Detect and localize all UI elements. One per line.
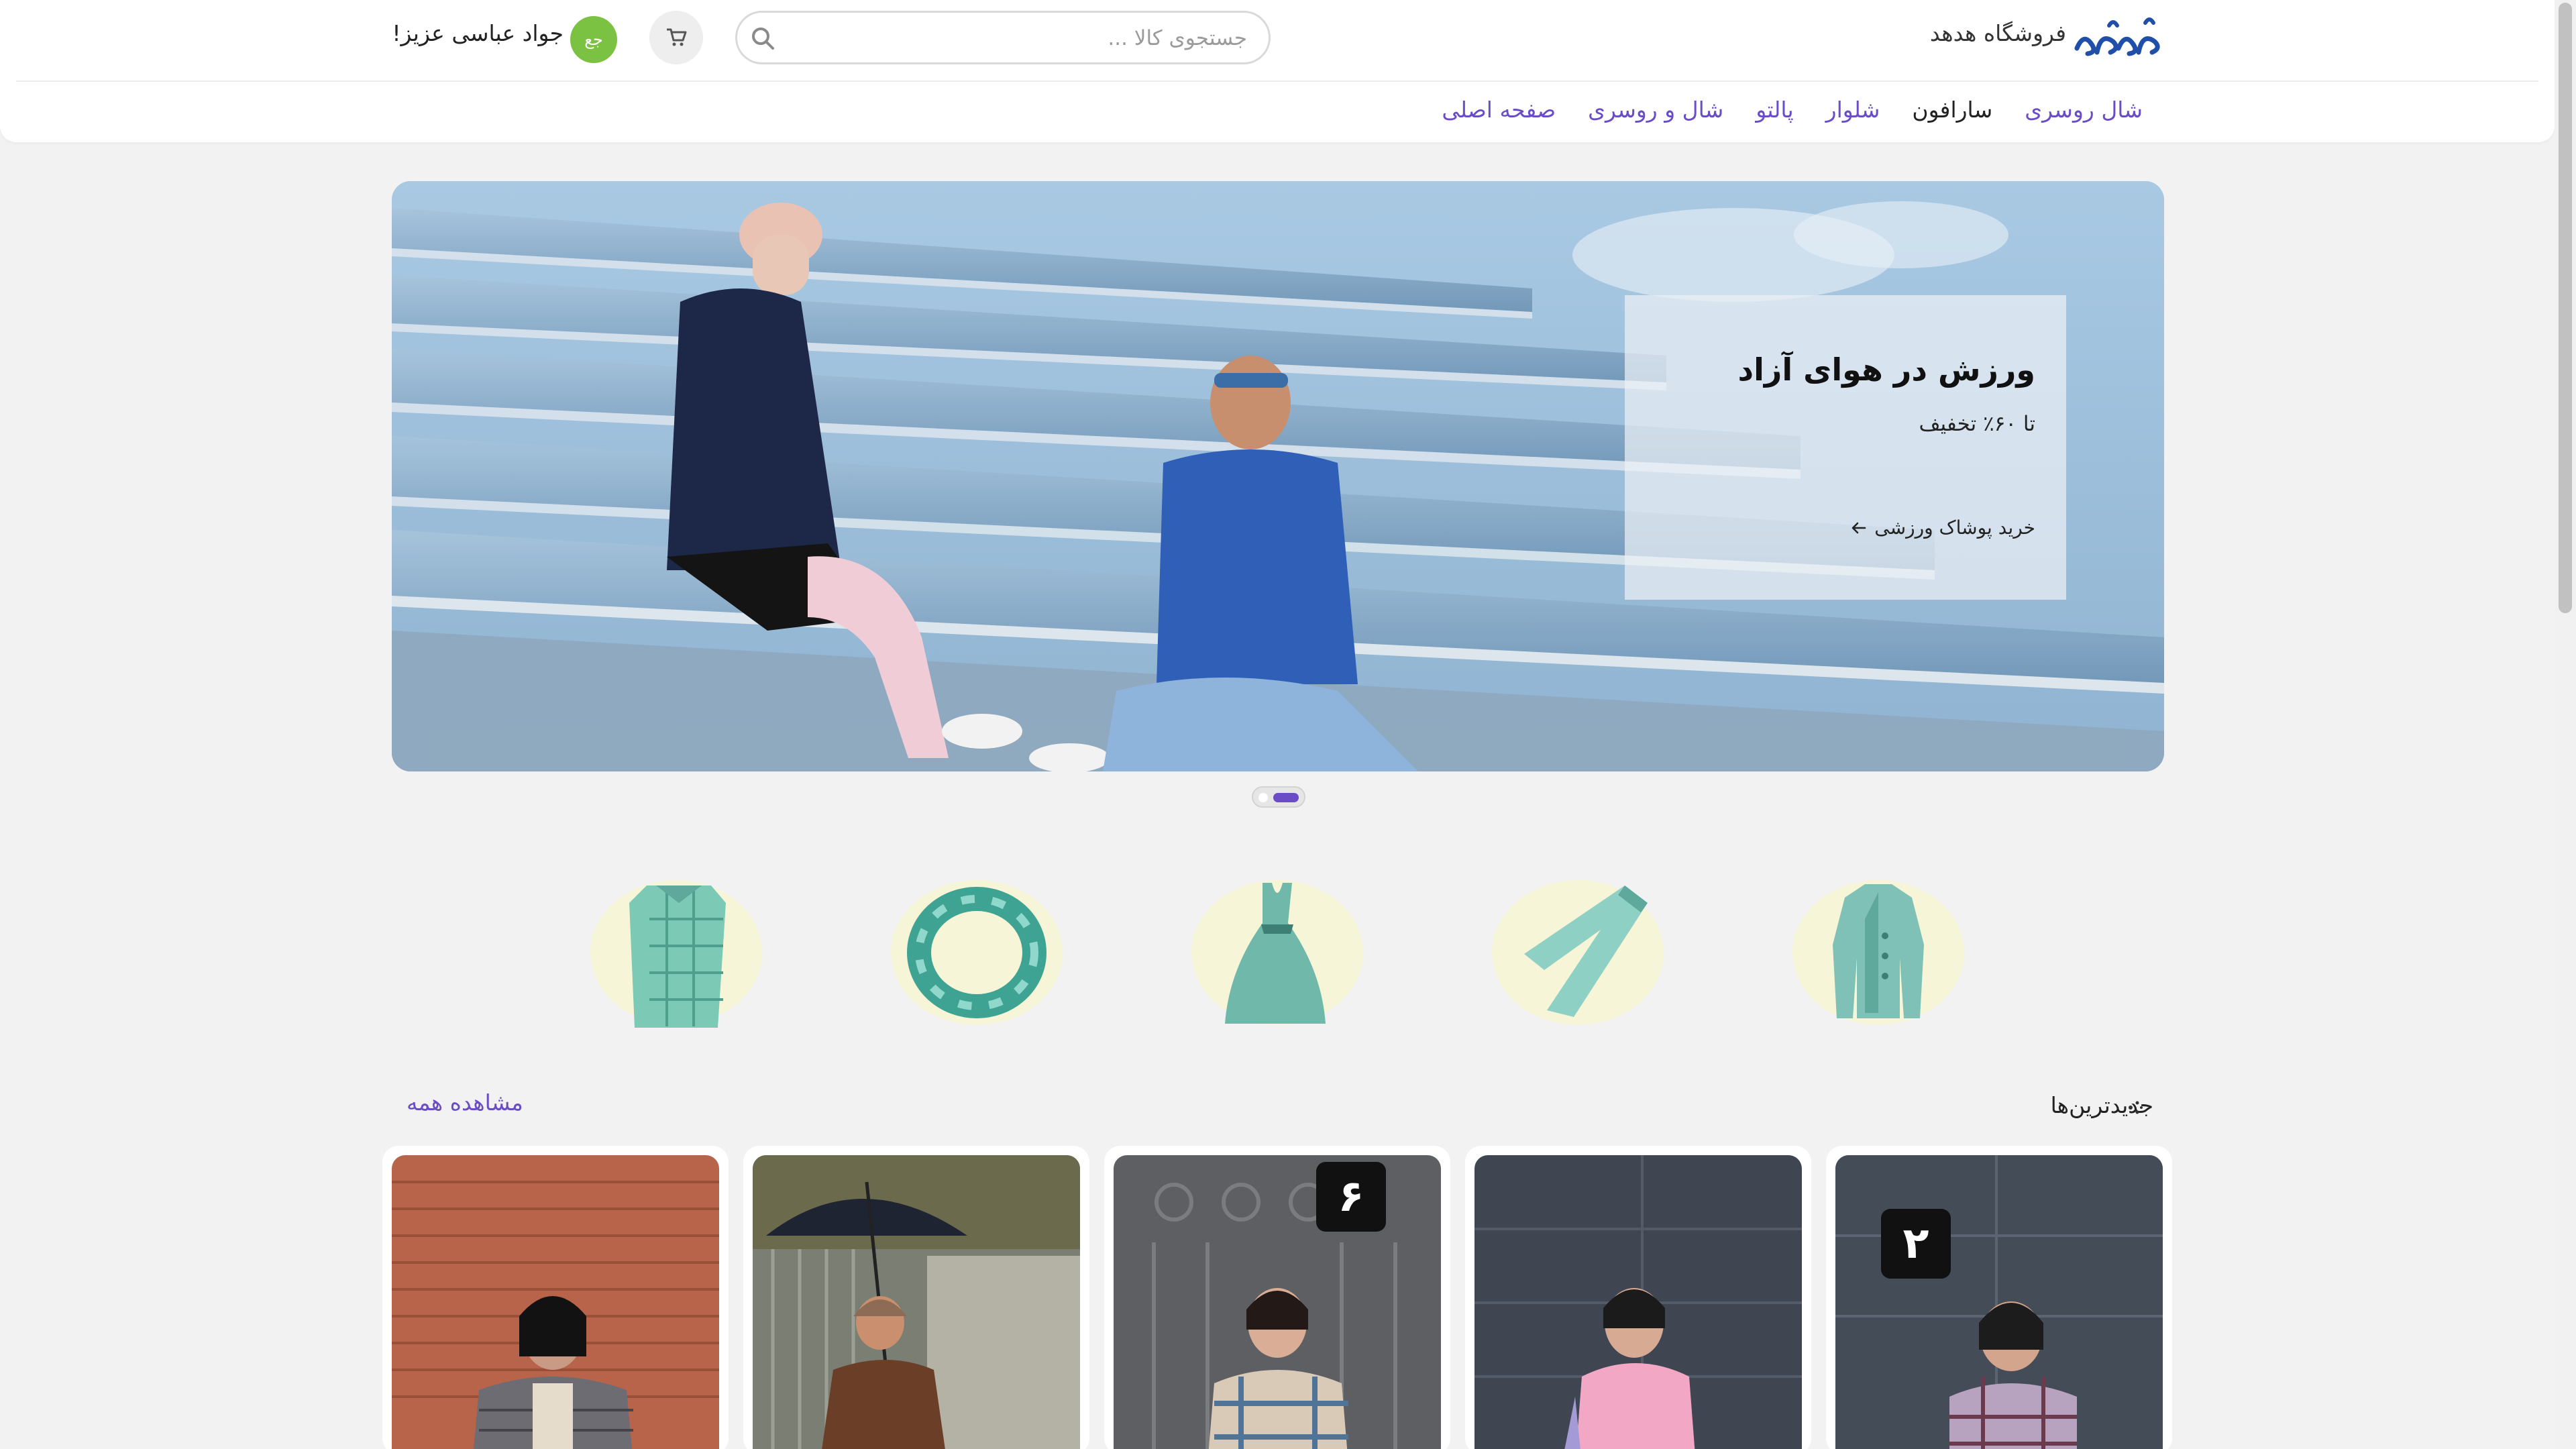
- scarf-icon: [907, 887, 1046, 1018]
- pager-dot-1-active[interactable]: [1273, 793, 1299, 802]
- hero-pager[interactable]: [1252, 786, 1305, 808]
- shirt-icon: [629, 885, 726, 1028]
- hero-title: ورزش در هوای آزاد: [1737, 352, 2035, 388]
- nav-item-shawl-scarf[interactable]: شال و روسری: [1588, 97, 1723, 130]
- scrollbar-thumb[interactable]: [2559, 3, 2572, 613]
- product-photo-art: [753, 1155, 1080, 1449]
- product-photo-art: [392, 1155, 719, 1449]
- hero-link-label: خرید پوشاک ورزشی: [1874, 517, 2035, 539]
- product-photo: [753, 1155, 1080, 1449]
- hero-shop-link[interactable]: خرید پوشاک ورزشی: [1850, 517, 2035, 539]
- cart-icon: [667, 28, 687, 46]
- nav-item-sarafan[interactable]: سارافون: [1912, 97, 1992, 130]
- main-nav: صفحه اصلی شال و روسری پالتو شلوار سارافو…: [1442, 97, 2143, 130]
- site-header: فروشگاه هدهد جع جواد عباسی عزیز! صفحه اص…: [0, 0, 2555, 142]
- arrow-left-icon: [1851, 522, 1866, 533]
- nav-item-pants[interactable]: شلوار: [1826, 97, 1880, 130]
- hero-promo-card: ورزش در هوای آزاد تا ۶۰٪ تخفیف خرید پوشا…: [1625, 295, 2066, 600]
- category-coat[interactable]: [1791, 872, 1966, 1033]
- product-card[interactable]: [743, 1146, 1089, 1449]
- product-photo: ۶: [1114, 1155, 1441, 1449]
- search-box[interactable]: [735, 11, 1271, 64]
- product-card[interactable]: ۶: [1104, 1146, 1450, 1449]
- view-all-link[interactable]: مشاهده همه: [407, 1089, 581, 1116]
- cart-button[interactable]: [649, 11, 703, 64]
- hero-banner[interactable]: ورزش در هوای آزاد تا ۶۰٪ تخفیف خرید پوشا…: [392, 181, 2164, 771]
- pants-icon: [1524, 885, 1648, 1017]
- sparkle-icon: [2129, 1101, 2143, 1114]
- product-photo: ۲: [1835, 1155, 2163, 1449]
- header-divider: [16, 80, 2538, 82]
- product-card[interactable]: ۲: [1826, 1146, 2172, 1449]
- hero-subtitle: تا ۶۰٪ تخفیف: [1919, 412, 2035, 436]
- product-photo-art: [1835, 1155, 2163, 1449]
- category-scarf[interactable]: [890, 872, 1064, 1033]
- search-icon[interactable]: [749, 25, 776, 52]
- pager-dot-2[interactable]: [1258, 793, 1268, 802]
- category-shirt[interactable]: [589, 872, 763, 1033]
- category-dress[interactable]: [1190, 872, 1364, 1033]
- hodhod-logo[interactable]: [2072, 13, 2163, 62]
- dress-icon: [1225, 883, 1326, 1024]
- category-pants[interactable]: [1491, 872, 1665, 1033]
- store-name: فروشگاه هدهد: [1929, 20, 2066, 46]
- product-card[interactable]: [382, 1146, 729, 1449]
- user-avatar[interactable]: جع: [570, 16, 617, 63]
- nav-item-home[interactable]: صفحه اصلی: [1442, 97, 1556, 130]
- product-photo-art: [1474, 1155, 1802, 1449]
- product-number-badge: ۲: [1881, 1209, 1951, 1279]
- search-input[interactable]: [784, 19, 1247, 57]
- coat-icon: [1833, 884, 1924, 1018]
- product-photo: [392, 1155, 719, 1449]
- product-card[interactable]: [1465, 1146, 1811, 1449]
- nav-item-coat[interactable]: پالتو: [1756, 97, 1793, 130]
- nav-item-shawl-headscarf[interactable]: شال روسری: [2025, 97, 2143, 130]
- product-photo-art: [1114, 1155, 1441, 1449]
- product-number-badge: ۶: [1316, 1162, 1386, 1232]
- user-greeting[interactable]: جواد عباسی عزیز!: [362, 20, 564, 46]
- product-photo: [1474, 1155, 1802, 1449]
